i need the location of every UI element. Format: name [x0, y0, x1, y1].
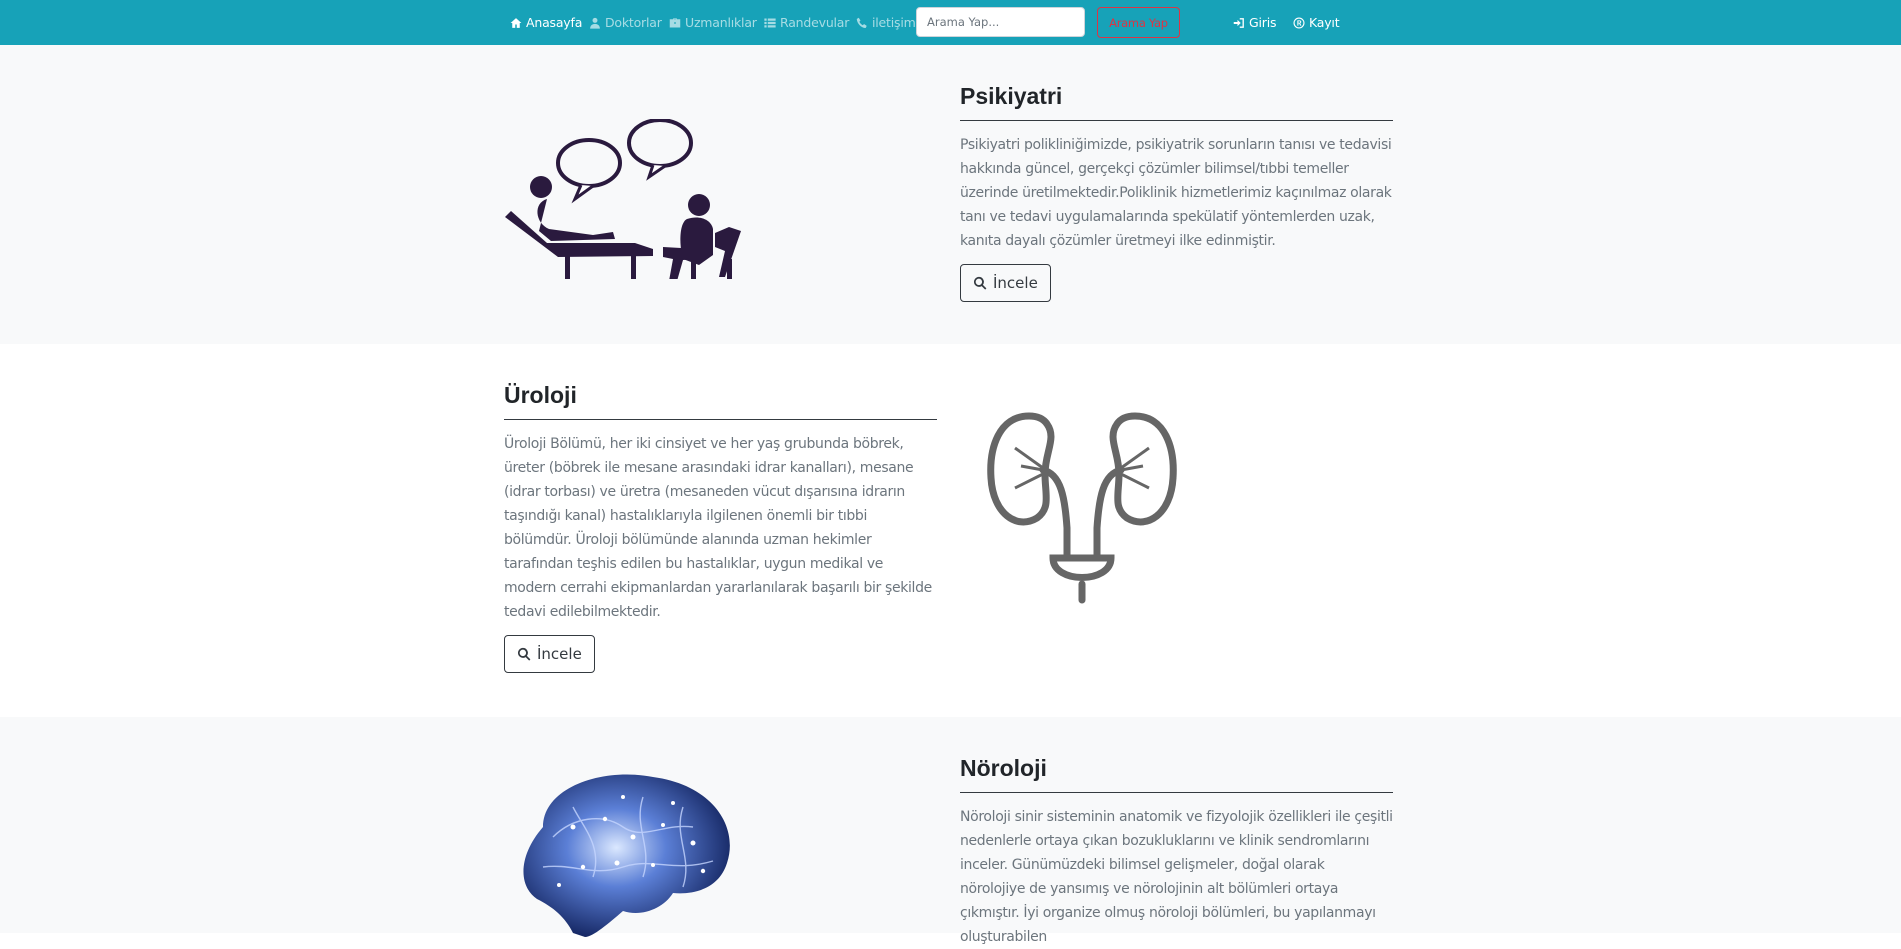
section-description: Psikiyatri polikliniğimizde, psikiyatrik…: [960, 137, 1392, 249]
nav-appointments-label: Randevular: [780, 15, 850, 30]
search-button[interactable]: Arama Yap: [1097, 7, 1180, 38]
psychiatry-content: Psikiyatri Psikiyatri polikliniğimizde, …: [960, 83, 1393, 302]
nav-register[interactable]: Kayıt: [1293, 0, 1340, 45]
nav-login[interactable]: Giris: [1233, 0, 1276, 45]
incele-button[interactable]: İncele: [960, 264, 1051, 302]
nav-home-label: Anasayfa: [526, 15, 583, 30]
section-urology: Üroloji Üroloji Bölümü, her iki cinsiyet…: [0, 344, 1901, 717]
section-neurology: Nöroloji Nöroloji sinir sisteminin anato…: [0, 717, 1901, 945]
phone-icon: [856, 17, 868, 29]
incele-label: İncele: [537, 645, 582, 663]
psychiatry-illustration: [503, 118, 747, 283]
nav-doctors-label: Doktorlar: [605, 15, 662, 30]
registered-icon: [1293, 16, 1305, 29]
list-icon: [764, 17, 776, 29]
nav-register-label: Kayıt: [1309, 15, 1340, 30]
nav-contact-label: iletişim: [872, 15, 916, 30]
incele-button[interactable]: İncele: [504, 635, 595, 673]
nav-specialties[interactable]: Uzmanlıklar: [669, 0, 757, 45]
search-icon: [517, 647, 531, 661]
briefcase-icon: [669, 17, 681, 29]
search-icon: [973, 276, 987, 290]
nav-appointments[interactable]: Randevular: [764, 0, 849, 45]
home-icon: [510, 17, 522, 29]
urology-content: Üroloji Üroloji Bölümü, her iki cinsiyet…: [504, 382, 937, 673]
nav-specialties-label: Uzmanlıklar: [685, 15, 757, 30]
sign-in-icon: [1233, 17, 1245, 29]
nav-contact[interactable]: iletişim: [856, 0, 916, 45]
urology-illustration: [985, 408, 1179, 608]
incele-label: İncele: [993, 274, 1038, 292]
section-title: Üroloji: [504, 382, 937, 420]
section-title: Psikiyatri: [960, 83, 1393, 121]
nav-doctors[interactable]: Doktorlar: [589, 0, 662, 45]
section-title: Nöroloji: [960, 755, 1393, 793]
section-description: Üroloji Bölümü, her iki cinsiyet ve her …: [504, 436, 932, 620]
search-input[interactable]: [916, 7, 1085, 37]
section-psychiatry: Psikiyatri Psikiyatri polikliniğimizde, …: [0, 45, 1901, 344]
nav-login-label: Giris: [1249, 15, 1277, 30]
neurology-content: Nöroloji Nöroloji sinir sisteminin anato…: [960, 755, 1393, 949]
top-navbar: Anasayfa Doktorlar Uzmanlıklar Randevula…: [0, 0, 1901, 45]
user-md-icon: [589, 17, 601, 29]
section-description: Nöroloji sinir sisteminin anatomik ve fi…: [960, 809, 1393, 945]
neurology-illustration: [513, 767, 739, 941]
nav-home[interactable]: Anasayfa: [510, 0, 582, 45]
